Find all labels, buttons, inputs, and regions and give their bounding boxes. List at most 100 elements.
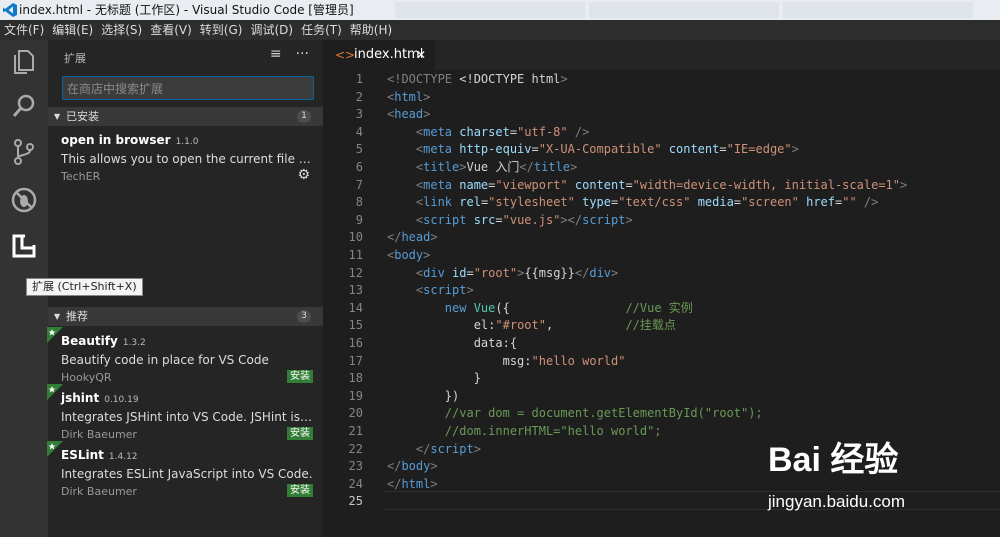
extension-item[interactable]: open in browser 1.1.0 This allows you to … [48,131,323,187]
line-number: 25 [348,494,363,509]
recommended-label: 推荐 [66,310,88,323]
line-number: 9 [355,212,363,227]
installed-label: 已安装 [66,110,99,123]
extension-item[interactable]: jshint 0.10.19 Integrates JSHint into VS … [47,384,323,445]
html-file-icon: <> [335,48,356,62]
extension-item[interactable]: ESLint 1.4.12 Integrates ESLint JavaScrip… [47,441,323,502]
line-number: 24 [348,476,363,491]
line-number: 4 [355,124,363,139]
search-icon[interactable] [10,92,38,120]
gear-icon[interactable]: ⚙ [297,167,310,183]
collapse-arrow-icon: ▼ [54,112,61,121]
code-line: <body> [387,248,431,262]
code-line: <meta charset="utf-8" /> [387,124,590,139]
vscode-logo-icon [3,3,17,17]
code-line: //var dom = document.getElementById("roo… [387,406,763,421]
title-bar: index.html - 无标题 (工作区) - Visual Studio C… [0,0,1000,20]
line-number: 15 [348,318,363,333]
extension-version: 1.3.2 [122,338,146,348]
editor-tab-bar: <> index.html ✕ [323,40,1000,70]
code-line: </html> [387,476,438,491]
extension-search-input[interactable]: 在商店中搜索扩展 [62,76,314,100]
line-number: 10 [348,230,363,245]
extension-description: Integrates ESLint JavaScript into VS Cod… [61,467,313,481]
menu-goto[interactable]: 转到(G) [196,20,247,40]
line-number: 20 [348,406,363,421]
extensions-tooltip: 扩展 (Ctrl+Shift+X) [26,278,143,296]
code-line: } [387,371,481,386]
menu-view[interactable]: 查看(V) [146,20,196,40]
code-line: }) [387,388,460,403]
clear-extensions-icon[interactable]: ≡ [270,46,282,62]
install-button[interactable]: 安装 [287,370,313,383]
more-actions-icon[interactable]: ··· [296,46,309,62]
line-number: 16 [348,336,363,350]
line-number: 23 [348,459,363,474]
close-icon[interactable]: ✕ [416,40,426,70]
menu-edit[interactable]: 编辑(E) [48,20,97,40]
code-line: <meta http-equiv="X-UA-Compatible" conte… [387,142,799,157]
code-line: <head> [387,107,431,122]
tab-label: index.html [354,47,424,62]
sidebar-title: 扩展 [64,52,86,65]
installed-count-badge: 1 [297,110,311,123]
code-line: </body> [387,459,438,474]
installed-section-header[interactable]: ▼ 已安装 1 [48,107,323,126]
line-number: 6 [355,160,363,174]
source-control-icon[interactable] [10,138,38,166]
sidebar-actions: ≡ ··· [270,46,309,62]
code-line: </head> [387,230,438,245]
menu-help[interactable]: 帮助(H) [346,20,396,40]
line-number: 14 [348,300,363,315]
line-number: 7 [355,177,363,192]
code-line: <link rel="stylesheet" type="text/css" m… [387,195,879,210]
extension-description: This allows you to open the current file… [61,152,313,166]
code-line: <title>Vue 入门</title> [387,160,578,174]
extensions-icon[interactable] [10,232,38,260]
line-number: 1 [355,72,363,86]
recommended-section-header[interactable]: ▼ 推荐 3 [48,307,323,326]
menu-tasks[interactable]: 任务(T) [297,20,346,40]
code-line: <!DOCTYPE <!DOCTYPE html> [387,72,568,86]
extension-name: Beautify [61,334,118,348]
line-number: 21 [348,424,363,438]
tab-index-html[interactable]: <> index.html ✕ [323,40,435,70]
install-button[interactable]: 安装 [287,427,313,440]
extension-version: 1.4.12 [108,452,138,462]
explorer-icon[interactable] [10,48,38,76]
debug-icon[interactable] [10,186,38,214]
background-browser-tabs [395,2,973,18]
menu-debug[interactable]: 调试(D) [246,20,297,40]
menu-selection[interactable]: 选择(S) [97,20,146,40]
extension-version: 0.10.19 [104,395,139,405]
extension-description: Integrates JSHint into VS Code. JSHint i… [61,410,313,424]
code-line: </script> [387,441,481,456]
install-button[interactable]: 安装 [287,484,313,497]
code-line: <html> [387,89,431,104]
menu-bar: 文件(F) 编辑(E) 选择(S) 查看(V) 转到(G) 调试(D) 任务(T… [0,20,1000,40]
code-line: <meta name="viewport" content="width=dev… [387,177,908,192]
extension-publisher: Dirk Baeumer [61,485,137,498]
line-number: 11 [348,248,363,262]
collapse-arrow-icon: ▼ [54,312,61,321]
line-number: 8 [355,195,363,210]
line-number: 2 [355,89,363,104]
line-number: 3 [355,107,363,122]
extension-name: jshint [61,391,100,405]
line-number: 18 [348,371,363,386]
watermark-brand: Bai 经验 [768,441,899,479]
watermark-site: jingyan.baidu.com [768,492,906,511]
baidu-jingyan-watermark: Bai 经验 jingyan.baidu.com [768,432,993,522]
extension-publisher: Dirk Baeumer [61,428,137,441]
code-line: <script src="vue.js"></script> [387,212,633,227]
code-line: <div id="root">{{msg}}</div> [387,265,619,280]
code-line: el:"#root", //挂载点 [387,318,676,333]
recommended-count-badge: 3 [297,310,311,323]
extension-publisher: TechER [61,170,101,183]
extension-item[interactable]: Beautify 1.3.2 Beautify code in place for… [47,327,323,388]
code-line: <script> [387,283,474,298]
code-line: //dom.innerHTML="hello world"; [387,424,662,438]
extension-publisher: HookyQR [61,371,112,384]
code-line: msg:"hello world" [387,353,626,368]
menu-file[interactable]: 文件(F) [0,20,48,40]
